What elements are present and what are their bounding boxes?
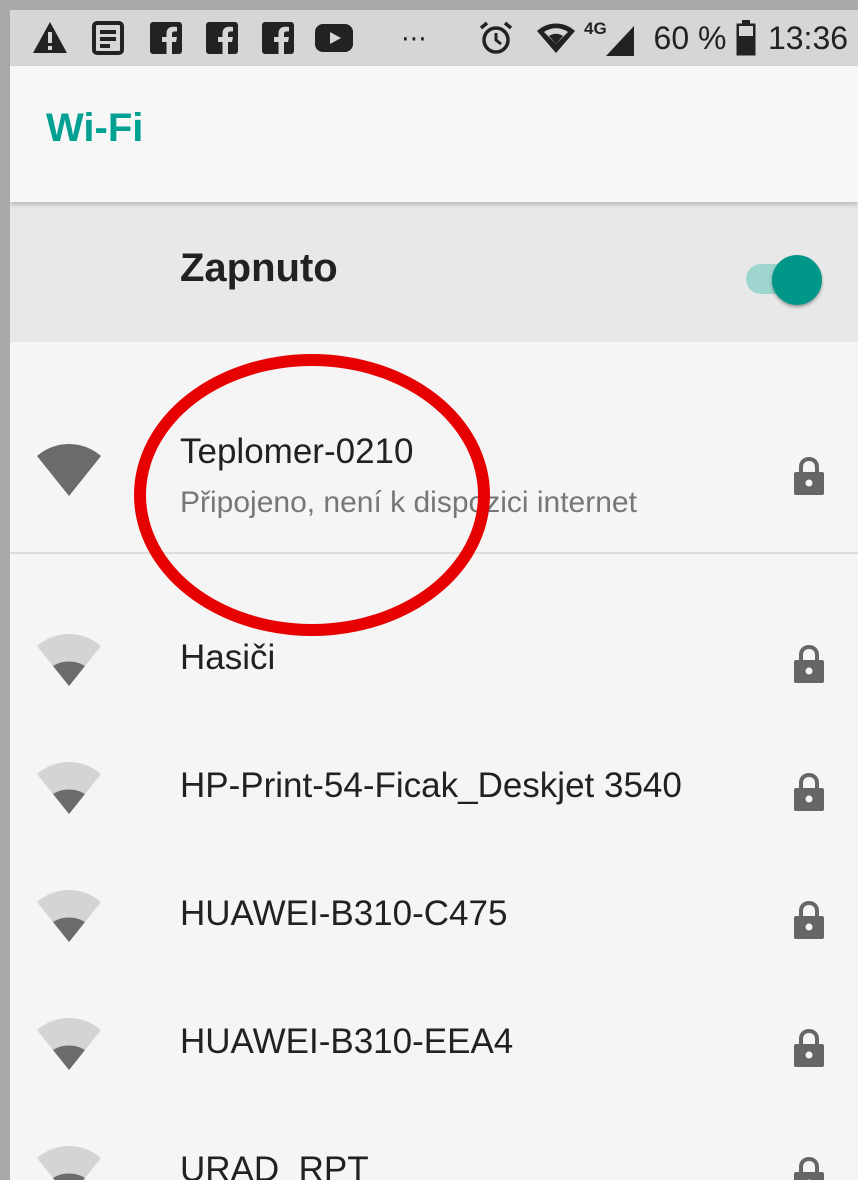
lock-icon [794,456,824,495]
wifi-switch-label: Zapnuto [180,246,338,290]
clock: 13:36 [767,19,849,56]
lock-icon [794,1028,824,1067]
status-bar: ⋯ 4G 60 % 13:36 [10,10,858,66]
network-name: Hasiči [180,638,276,677]
facebook-icon [260,10,296,66]
wifi-master-switch-row[interactable]: Zapnuto [10,202,858,342]
more-notifications: ⋯ [401,22,427,53]
battery-percent: 60 % [653,19,727,56]
wifi-weak-signal-icon [37,890,101,942]
network-row[interactable]: HUAWEI-B310-EEA4 [10,976,858,1104]
news-icon [90,10,126,66]
wifi-weak-signal-icon [37,1018,101,1070]
wifi-signal-icon [534,10,578,66]
red-circle-annotation [134,354,490,636]
app-bar: Wi-Fi [10,66,858,202]
network-row[interactable]: HP-Print-54-Ficak_Deskjet 3540 [10,720,858,848]
network-row[interactable]: HUAWEI-B310-C475 [10,848,858,976]
wifi-toggle[interactable] [772,255,822,305]
network-row[interactable]: Hasiči [10,592,858,720]
lock-icon [794,900,824,939]
network-name: HUAWEI-B310-C475 [180,894,508,933]
battery-icon [734,10,758,66]
lock-icon [794,1156,824,1180]
wifi-full-signal-icon [37,444,101,496]
youtube-icon [314,10,354,66]
wifi-weak-signal-icon [37,1146,101,1180]
wifi-weak-signal-icon [37,634,101,686]
facebook-icon [204,10,240,66]
lock-icon [794,772,824,811]
screen: ⋯ 4G 60 % 13:36 Wi-Fi Zapnuto Teplomer-0… [10,10,858,1180]
cell-signal-icon: 4G [584,10,640,66]
facebook-icon [148,10,184,66]
wifi-weak-signal-icon [37,762,101,814]
page-title: Wi-Fi [46,106,144,150]
alarm-icon [476,10,516,66]
network-name: HP-Print-54-Ficak_Deskjet 3540 [180,766,682,805]
network-name: HUAWEI-B310-EEA4 [180,1022,514,1061]
lock-icon [794,644,824,683]
network-name: URAD_RPT [180,1150,369,1180]
warning-icon [30,10,70,66]
network-row[interactable]: URAD_RPT [10,1104,858,1180]
